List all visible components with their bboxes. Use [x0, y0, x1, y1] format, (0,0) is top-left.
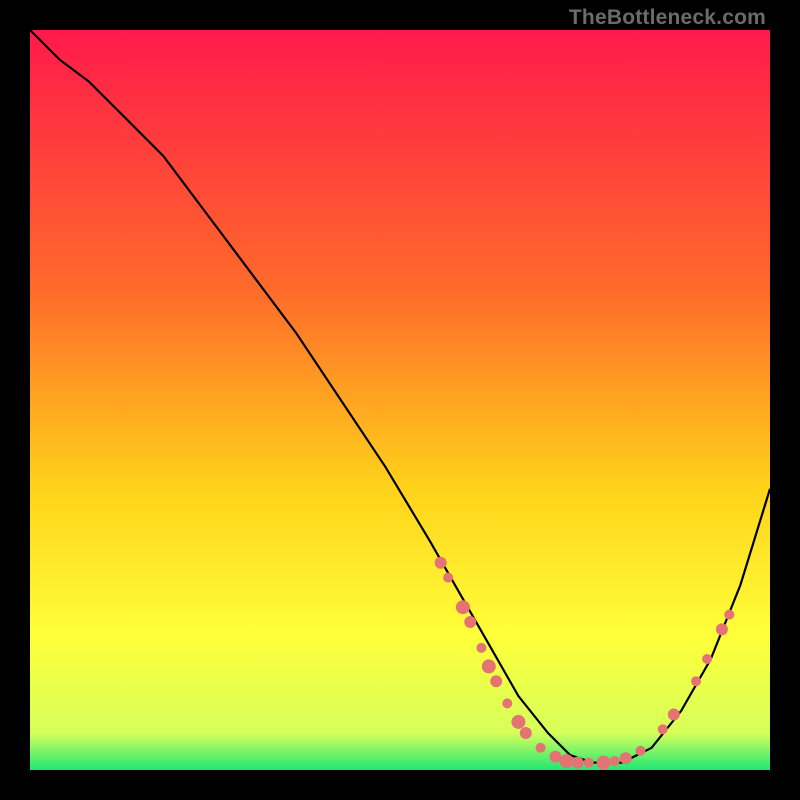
marker-dot: [584, 758, 594, 768]
marker-dot: [724, 610, 734, 620]
marker-dot: [560, 754, 574, 768]
watermark-text: TheBottleneck.com: [569, 6, 766, 30]
marker-dot: [691, 676, 701, 686]
marker-dot: [658, 724, 668, 734]
marker-dot: [716, 623, 728, 635]
marker-dot: [435, 557, 447, 569]
marker-dot: [702, 654, 712, 664]
gradient-background: [30, 30, 770, 770]
marker-dot: [536, 743, 546, 753]
bottleneck-chart: [30, 30, 770, 770]
marker-dot: [572, 757, 584, 769]
marker-dot: [456, 600, 470, 614]
marker-dot: [476, 643, 486, 653]
marker-dot: [443, 573, 453, 583]
marker-dot: [597, 756, 611, 770]
marker-dot: [482, 659, 496, 673]
marker-dot: [490, 675, 502, 687]
marker-dot: [620, 752, 632, 764]
marker-dot: [636, 746, 646, 756]
marker-dot: [520, 727, 532, 739]
marker-dot: [502, 698, 512, 708]
marker-dot: [511, 715, 525, 729]
marker-dot: [610, 756, 620, 766]
marker-dot: [464, 616, 476, 628]
marker-dot: [668, 709, 680, 721]
